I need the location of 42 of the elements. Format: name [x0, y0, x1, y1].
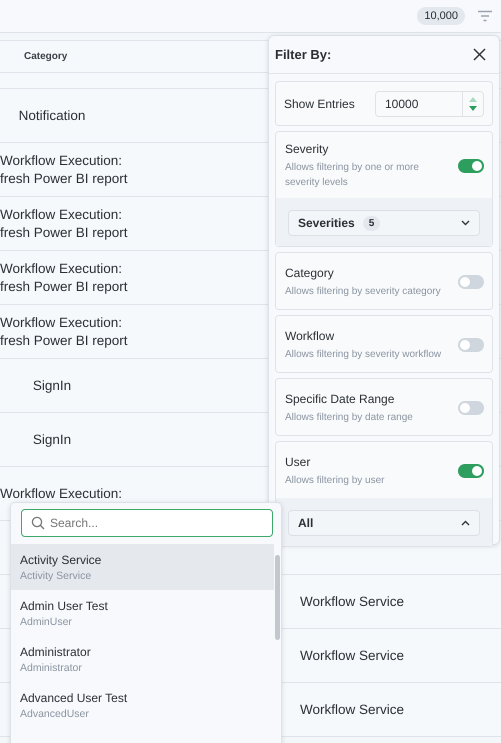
- filter-title: Specific Date Range: [285, 392, 396, 406]
- filter-title: Category: [285, 266, 335, 280]
- user-option[interactable]: Admin User Test AdminUser: [11, 590, 274, 636]
- table-cell: Workflow Service: [300, 702, 404, 717]
- select-dropdown[interactable]: All: [288, 510, 480, 536]
- toggle-switch[interactable]: [458, 275, 484, 289]
- toggle-switch[interactable]: [458, 159, 484, 173]
- user-option[interactable]: Administrator Administrator: [11, 636, 274, 682]
- number-field[interactable]: 10000: [375, 90, 484, 116]
- table-cell: Workflow Execution: fresh Power BI report: [0, 260, 128, 296]
- count-badge: 10,000: [417, 7, 465, 25]
- panel-title: Filter By:: [275, 47, 332, 62]
- table-cell-text: SignIn: [32, 378, 72, 393]
- user-option[interactable]: Advanced User Test AdvancedUser: [11, 682, 274, 728]
- entries-label: Show Entries: [284, 96, 355, 110]
- filter-description: Allows filtering by severity workflow: [285, 348, 442, 362]
- table-cell: Workflow Execution: fresh Power BI report: [0, 314, 128, 350]
- table-cell: Workflow Execution: fresh Power BI report: [0, 206, 128, 242]
- toggle-switch[interactable]: [458, 464, 484, 478]
- filter-description: Allows filtering by severity category: [285, 284, 442, 298]
- filter-title: Severity: [285, 142, 330, 156]
- toggle-switch[interactable]: [458, 338, 484, 352]
- table-cell: Workflow Execution:: [0, 484, 122, 502]
- chevron-up-icon: [461, 520, 470, 526]
- filter-title: User: [285, 454, 312, 468]
- filter-description: Allows filtering by date range: [285, 410, 414, 424]
- column-header[interactable]: Category: [24, 51, 68, 62]
- search-field[interactable]: Search...: [21, 509, 273, 537]
- table-cell-text: Notification: [18, 108, 86, 123]
- close-icon[interactable]: [473, 48, 486, 61]
- user-option[interactable]: Activity Service Activity Service: [11, 544, 274, 590]
- table-cell-text: SignIn: [32, 432, 72, 447]
- table-cell: Workflow Service: [300, 648, 404, 663]
- filter-description: Allows filtering by user: [285, 474, 386, 488]
- toggle-switch[interactable]: [458, 401, 484, 415]
- filter-icon[interactable]: [477, 10, 493, 22]
- filter-title: Workflow: [285, 328, 336, 342]
- filter-description: Allows filtering by one or more severity levels: [285, 161, 420, 190]
- chevron-down-icon: [461, 220, 470, 226]
- table-cell: Workflow Service: [300, 594, 404, 609]
- table-cell: Workflow Execution: fresh Power BI report: [0, 152, 128, 188]
- select-dropdown[interactable]: Severities 5: [288, 210, 480, 236]
